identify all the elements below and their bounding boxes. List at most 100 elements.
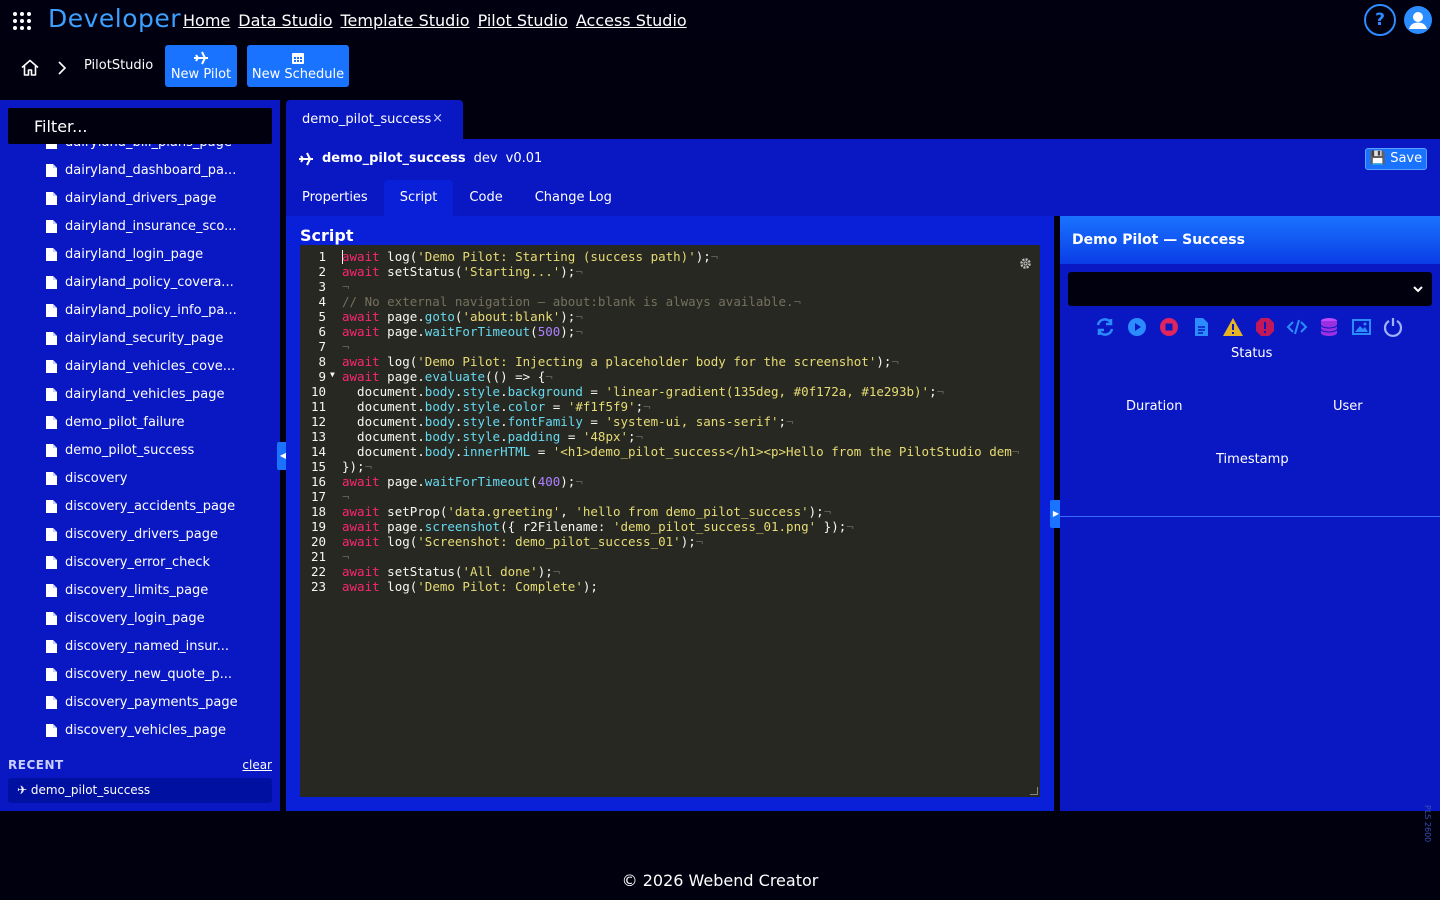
tree-item[interactable]: dairyland_vehicles_page xyxy=(0,380,280,408)
tree-item[interactable]: dairyland_login_page xyxy=(0,240,280,268)
code-line[interactable]: await log('Demo Pilot: Complete'); xyxy=(342,579,1019,594)
code-line[interactable]: await page.goto('about:blank');¬ xyxy=(342,309,1019,324)
file-icon xyxy=(46,471,57,485)
filter-input[interactable] xyxy=(8,108,272,144)
pilot-tree[interactable]: dairyland_bill_plans_page dairyland_dashb… xyxy=(0,144,280,752)
tree-item[interactable]: discovery xyxy=(0,464,280,492)
tree-item[interactable]: dairyland_dashboard_pa... xyxy=(0,156,280,184)
nav-pilot-studio[interactable]: Pilot Studio xyxy=(478,11,568,30)
tree-item[interactable]: discovery_limits_page xyxy=(0,576,280,604)
code-line[interactable]: document.body.innerHTML = '<h1>demo_pilo… xyxy=(342,444,1019,459)
code-line[interactable]: });¬ xyxy=(342,459,1019,474)
code-line[interactable]: // No external navigation — about:blank … xyxy=(342,294,1019,309)
recent-clear-link[interactable]: clear xyxy=(242,758,272,772)
tree-item[interactable]: dairyland_security_page xyxy=(0,324,280,352)
error-icon[interactable] xyxy=(1254,316,1276,338)
code-line[interactable]: ¬ xyxy=(342,549,1019,564)
tree-item[interactable]: demo_pilot_failure xyxy=(0,408,280,436)
resize-handle[interactable] xyxy=(1030,787,1038,795)
code-line[interactable]: await page.screenshot({ r2Filename: 'dem… xyxy=(342,519,1019,534)
file-icon xyxy=(46,303,57,317)
gear-icon[interactable] xyxy=(1019,257,1032,270)
code-line[interactable]: await log('Demo Pilot: Injecting a place… xyxy=(342,354,1019,369)
tab-change-log[interactable]: Change Log xyxy=(519,180,628,216)
tree-item[interactable]: discovery_new_quote_p... xyxy=(0,660,280,688)
document-icon[interactable] xyxy=(1190,316,1212,338)
save-button[interactable]: 💾 Save xyxy=(1365,148,1427,170)
code-line[interactable]: await setStatus('Starting...');¬ xyxy=(342,264,1019,279)
refresh-icon[interactable] xyxy=(1094,316,1116,338)
code-line[interactable]: await setStatus('All done');¬ xyxy=(342,564,1019,579)
warning-icon[interactable] xyxy=(1222,316,1244,338)
tree-item[interactable]: discovery_vehicles_page xyxy=(0,716,280,744)
file-icon xyxy=(46,275,57,289)
tab-script[interactable]: Script xyxy=(383,180,454,216)
tree-item[interactable]: discovery_login_page xyxy=(0,604,280,632)
tree-item[interactable]: dairyland_bill_plans_page xyxy=(0,144,280,156)
code-line[interactable]: await log('Screenshot: demo_pilot_succes… xyxy=(342,534,1019,549)
database-icon[interactable] xyxy=(1318,316,1340,338)
new-schedule-button[interactable]: New Schedule xyxy=(247,45,349,87)
user-avatar-button[interactable] xyxy=(1404,6,1432,34)
tree-item[interactable]: discovery_... xyxy=(0,744,280,752)
fold-toggle-icon[interactable]: ▼ xyxy=(330,370,335,379)
tree-item[interactable]: discovery_drivers_page xyxy=(0,520,280,548)
power-icon[interactable] xyxy=(1382,316,1404,338)
stop-icon[interactable] xyxy=(1158,316,1180,338)
home-icon[interactable] xyxy=(20,58,40,78)
code-line[interactable]: await setProp('data.greeting', 'hello fr… xyxy=(342,504,1019,519)
tab-code[interactable]: Code xyxy=(453,180,518,216)
duration-label: Duration xyxy=(1126,399,1183,414)
code-line[interactable]: await page.waitForTimeout(500);¬ xyxy=(342,324,1019,339)
tree-item[interactable]: demo_pilot_success xyxy=(0,436,280,464)
image-icon[interactable] xyxy=(1350,316,1372,338)
play-icon[interactable] xyxy=(1126,316,1148,338)
code-line[interactable]: ¬ xyxy=(342,489,1019,504)
code-editor[interactable]: 1 2 3 4 5 6 7 8 9 10 11 12 13 14 15 16 17 18 19 20 21 22 23 ▼ … xyxy=(300,245,1040,797)
run-toolbar xyxy=(1094,316,1404,338)
tree-item-label: dairyland_dashboard_pa... xyxy=(65,162,237,178)
line-number: 3 xyxy=(318,279,326,294)
code-line[interactable]: await page.waitForTimeout(400);¬ xyxy=(342,474,1019,489)
tree-item-label: demo_pilot_success xyxy=(65,442,195,458)
apps-grid-icon[interactable] xyxy=(13,12,31,30)
file-icon xyxy=(46,695,57,709)
tree-item[interactable]: dairyland_drivers_page xyxy=(0,184,280,212)
code-line[interactable]: document.body.style.background = 'linear… xyxy=(342,384,1019,399)
file-icon xyxy=(46,331,57,345)
run-select[interactable] xyxy=(1068,272,1432,306)
code-line[interactable]: document.body.style.padding = '48px';¬ xyxy=(342,429,1019,444)
code-line[interactable]: document.body.style.fontFamily = 'system… xyxy=(342,414,1019,429)
help-button[interactable]: ? xyxy=(1364,4,1396,36)
code-line[interactable]: document.body.style.color = '#f1f5f9';¬ xyxy=(342,399,1019,414)
tab-properties[interactable]: Properties xyxy=(286,180,384,216)
tree-item[interactable]: discovery_named_insur... xyxy=(0,632,280,660)
document-tab[interactable]: demo_pilot_success × xyxy=(286,100,463,140)
code-icon[interactable] xyxy=(1286,316,1308,338)
tree-item[interactable]: dairyland_vehicles_cove... xyxy=(0,352,280,380)
file-icon xyxy=(46,415,57,429)
close-tab-icon[interactable]: × xyxy=(432,111,443,126)
tree-item[interactable]: discovery_accidents_page xyxy=(0,492,280,520)
recent-item[interactable]: ✈ demo_pilot_success xyxy=(8,778,272,803)
file-icon xyxy=(46,191,57,205)
new-pilot-button[interactable]: New Pilot xyxy=(165,45,237,87)
nav-access-studio[interactable]: Access Studio xyxy=(576,11,687,30)
tree-item[interactable]: dairyland_insurance_sco... xyxy=(0,212,280,240)
code-lines[interactable]: await log('Demo Pilot: Starting (success… xyxy=(342,249,1019,594)
calendar-icon xyxy=(292,53,304,64)
tree-item[interactable]: discovery_error_check xyxy=(0,548,280,576)
code-line[interactable]: ¬ xyxy=(342,339,1019,354)
nav-template-studio[interactable]: Template Studio xyxy=(341,11,470,30)
nav-data-studio[interactable]: Data Studio xyxy=(238,11,332,30)
tree-item[interactable]: discovery_payments_page xyxy=(0,688,280,716)
nav-home[interactable]: Home xyxy=(183,11,230,30)
tree-item[interactable]: dairyland_policy_info_pa... xyxy=(0,296,280,324)
line-number: 14 xyxy=(310,444,326,459)
tree-item-label: discovery xyxy=(65,470,128,486)
code-line[interactable]: ¬ xyxy=(342,279,1019,294)
code-line[interactable]: await log('Demo Pilot: Starting (success… xyxy=(342,249,1019,264)
tree-item[interactable]: dairyland_policy_covera... xyxy=(0,268,280,296)
code-line[interactable]: await page.evaluate(() => {¬ xyxy=(342,369,1019,384)
file-icon xyxy=(46,219,57,233)
